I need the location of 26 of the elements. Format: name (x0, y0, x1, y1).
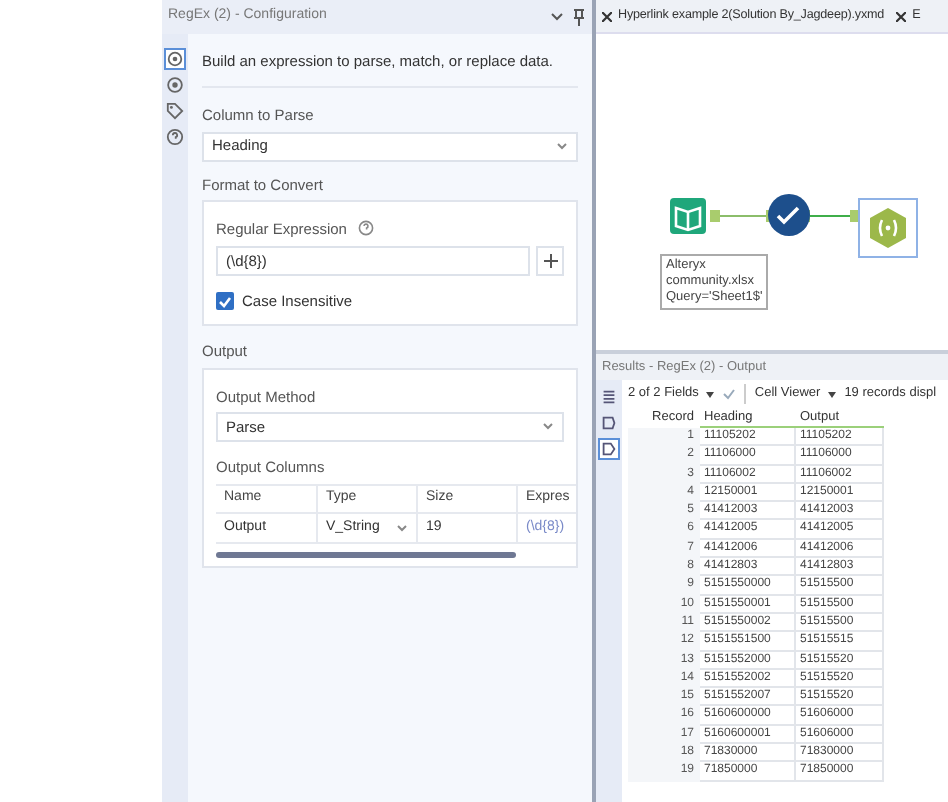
checkmark-icon[interactable] (722, 388, 737, 400)
chevron-down-icon (556, 142, 568, 150)
side-tab[interactable] (598, 412, 620, 434)
check-node-icon[interactable] (768, 194, 810, 236)
side-tab[interactable] (164, 100, 186, 122)
pin-icon[interactable] (572, 8, 586, 26)
side-tab[interactable] (598, 438, 620, 460)
add-button[interactable] (536, 246, 564, 276)
side-tab[interactable] (164, 48, 186, 70)
side-tab[interactable] (164, 126, 186, 148)
checkbox[interactable] (216, 292, 234, 311)
caret-icon (828, 391, 837, 397)
selected-node[interactable] (858, 198, 918, 258)
close-icon[interactable] (896, 11, 907, 21)
chevron-down-icon (396, 524, 408, 532)
hexagon-icon (866, 206, 910, 250)
book-node-icon[interactable] (670, 198, 706, 234)
caret-icon (706, 391, 715, 397)
close-icon[interactable] (602, 11, 612, 21)
chevron-down-icon[interactable] (550, 12, 564, 22)
help-icon[interactable] (358, 220, 375, 237)
side-tab[interactable] (598, 386, 620, 408)
chevron-down-icon (542, 422, 554, 431)
scrollbar[interactable] (216, 552, 516, 558)
plus-icon (543, 254, 557, 268)
side-tab[interactable] (164, 74, 186, 96)
